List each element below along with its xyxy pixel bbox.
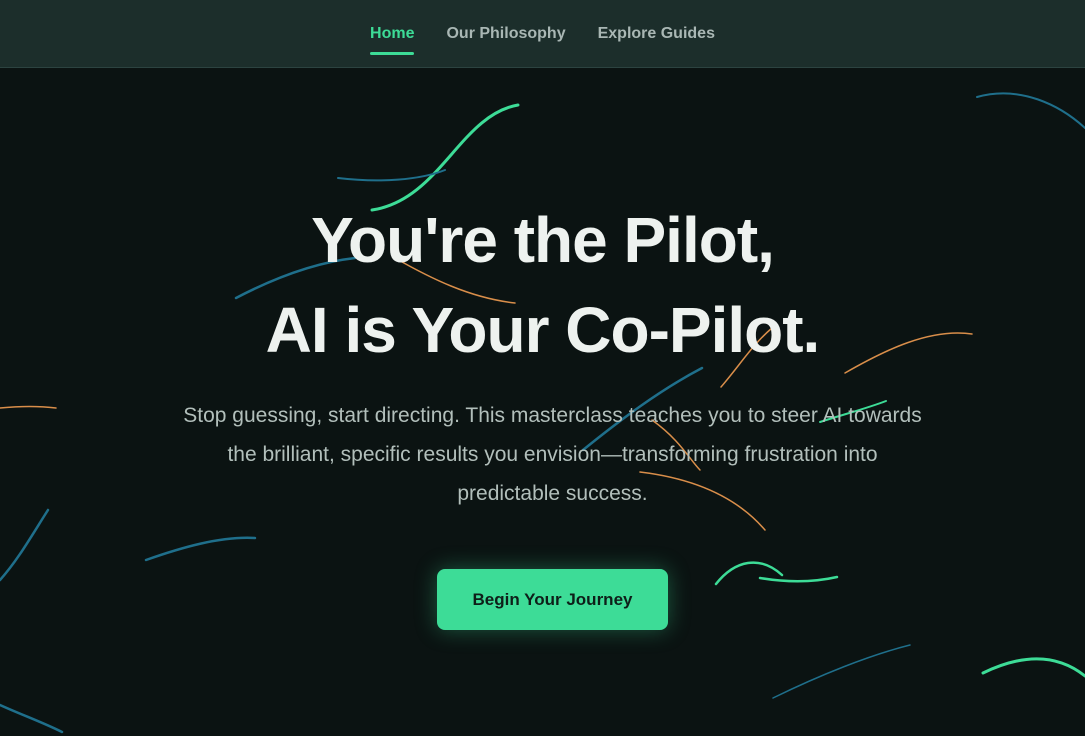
nav-link-our-philosophy[interactable]: Our Philosophy bbox=[446, 17, 565, 51]
hero-headline-line-2: AI is Your Co-Pilot. bbox=[265, 294, 821, 366]
hero-headline: You're the Pilot, AI is Your Co-Pilot. bbox=[0, 195, 1085, 375]
begin-journey-button[interactable]: Begin Your Journey bbox=[437, 569, 668, 630]
hero-headline-line-1: You're the Pilot, bbox=[311, 204, 775, 276]
hero-section: You're the Pilot, AI is Your Co-Pilot. S… bbox=[0, 67, 1085, 736]
nav-link-explore-guides[interactable]: Explore Guides bbox=[598, 17, 715, 51]
top-navigation: Home Our Philosophy Explore Guides bbox=[0, 0, 1085, 68]
nav-link-home[interactable]: Home bbox=[370, 17, 415, 55]
hero-subtext: Stop guessing, start directing. This mas… bbox=[183, 404, 922, 505]
page: Home Our Philosophy Explore Guides You'r… bbox=[0, 0, 1085, 736]
